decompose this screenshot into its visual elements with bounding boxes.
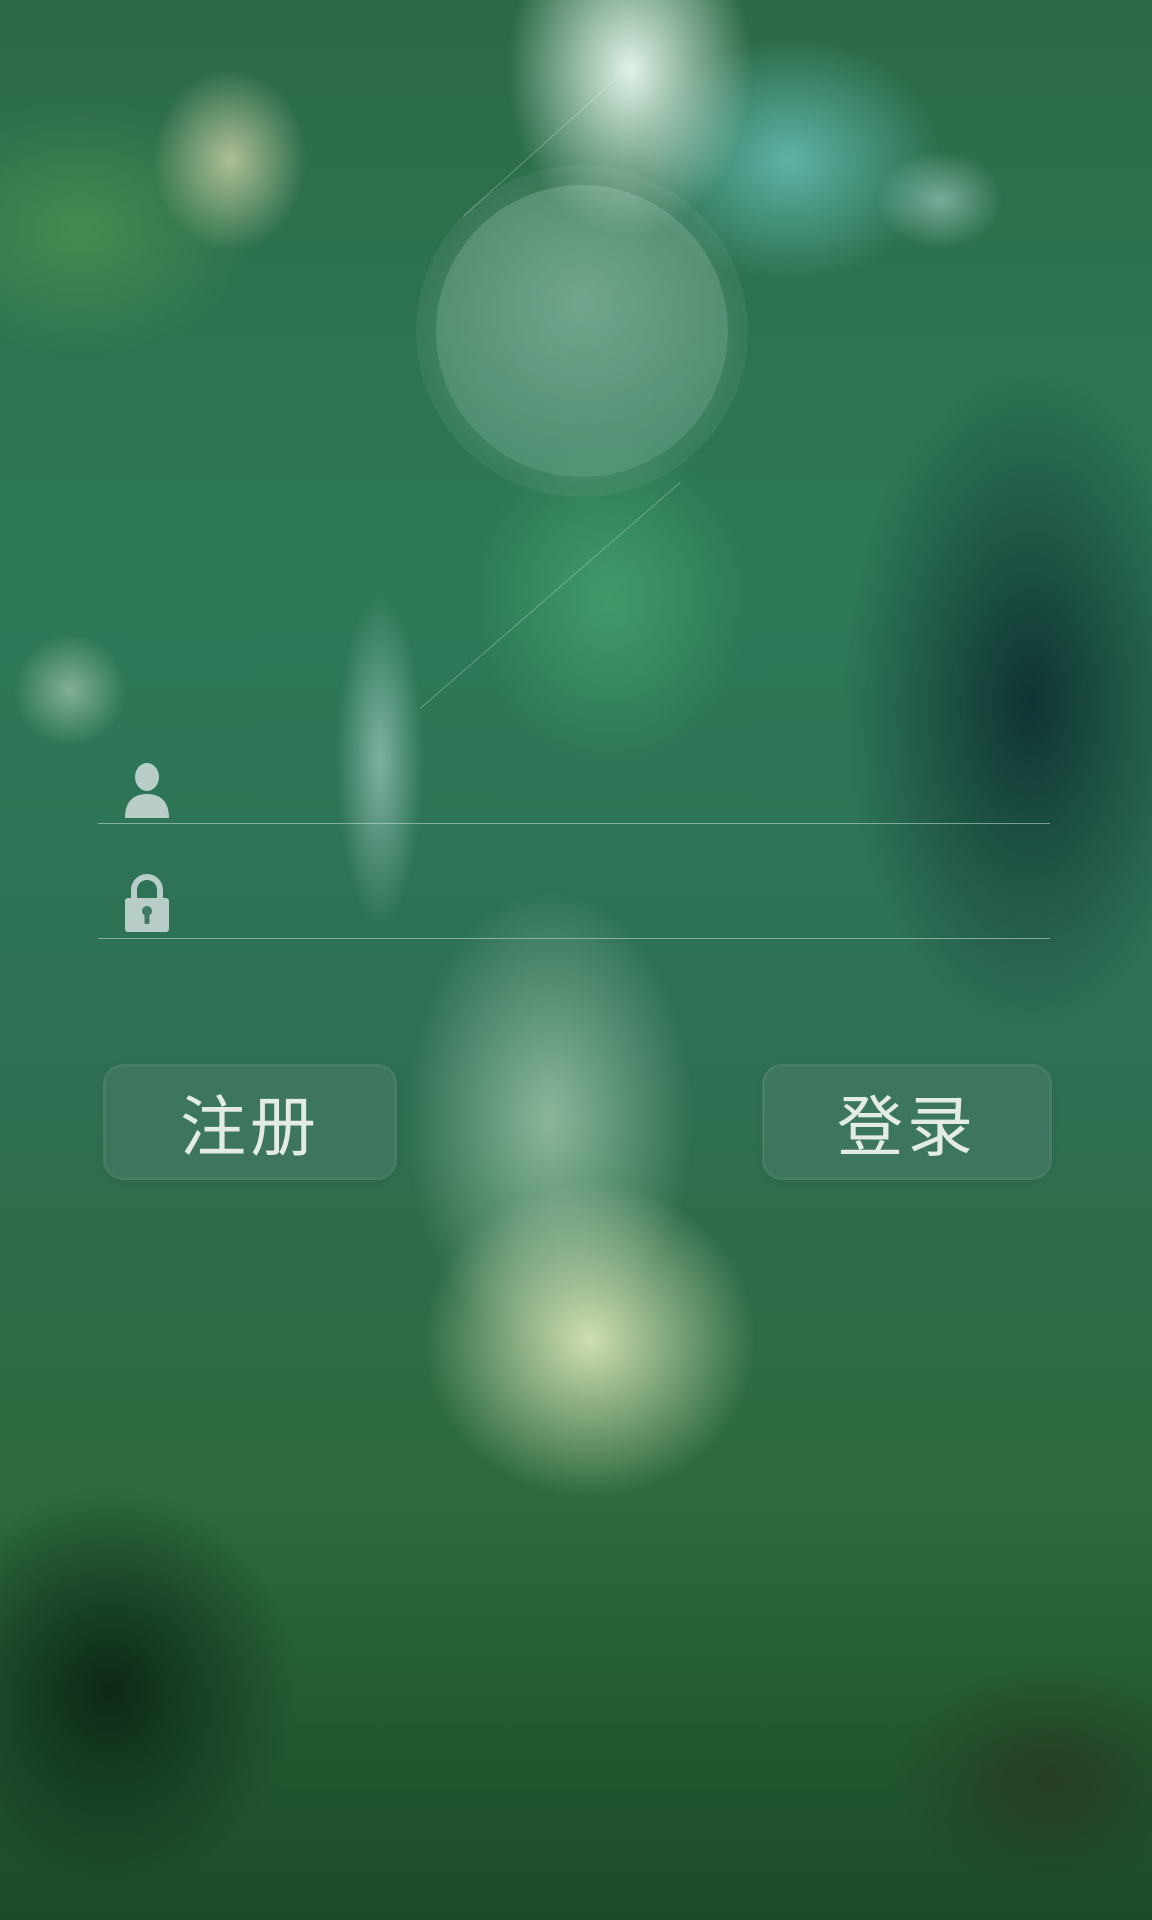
password-input[interactable] — [196, 874, 1040, 940]
user-icon — [123, 760, 171, 818]
login-button[interactable]: 登录 — [762, 1064, 1052, 1180]
light-streak — [420, 482, 681, 709]
username-divider — [98, 823, 1050, 824]
avatar[interactable] — [436, 185, 728, 477]
register-button[interactable]: 注册 — [103, 1064, 397, 1180]
password-divider — [98, 938, 1050, 939]
username-input[interactable] — [196, 760, 1040, 826]
lock-icon — [123, 874, 171, 932]
login-screen: { "login_form": { "username": { "value":… — [0, 0, 1152, 1920]
